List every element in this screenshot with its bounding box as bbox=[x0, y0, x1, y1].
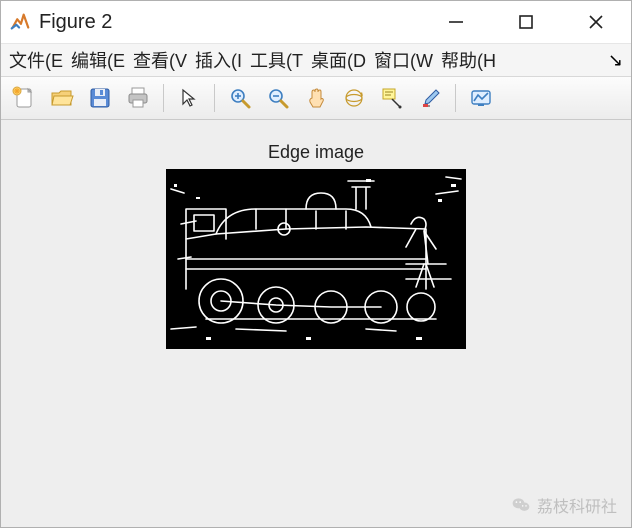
wechat-icon bbox=[511, 495, 531, 515]
save-button[interactable] bbox=[83, 81, 117, 115]
title-bar: Figure 2 bbox=[1, 1, 631, 44]
menu-help[interactable]: 帮助(H bbox=[437, 45, 500, 75]
pointer-button[interactable] bbox=[172, 81, 206, 115]
minimize-button[interactable] bbox=[421, 1, 491, 43]
axes-title: Edge image bbox=[268, 142, 364, 163]
menu-bar: 文件(E 编辑(E 查看(V 插入(I 工具(T 桌面(D 窗口(W 帮助(H … bbox=[1, 44, 631, 77]
menu-view[interactable]: 查看(V bbox=[129, 45, 191, 75]
toolbar bbox=[1, 77, 631, 120]
zoom-out-button[interactable] bbox=[261, 81, 295, 115]
data-cursor-button[interactable] bbox=[375, 81, 409, 115]
open-button[interactable] bbox=[45, 81, 79, 115]
watermark-text: 荔枝科研社 bbox=[537, 493, 617, 517]
window-title: Figure 2 bbox=[39, 11, 112, 34]
toolbar-separator bbox=[455, 84, 456, 112]
menu-overflow-icon[interactable]: ↘ bbox=[608, 50, 627, 71]
toolbar-separator bbox=[214, 84, 215, 112]
close-button[interactable] bbox=[561, 1, 631, 43]
matlab-icon bbox=[9, 11, 31, 33]
menu-window[interactable]: 窗口(W bbox=[370, 45, 437, 75]
menu-insert[interactable]: 插入(I bbox=[191, 45, 246, 75]
brush-button[interactable] bbox=[413, 81, 447, 115]
zoom-in-button[interactable] bbox=[223, 81, 257, 115]
menu-tools[interactable]: 工具(T bbox=[246, 45, 307, 75]
figure-window: Figure 2 文件(E 编辑(E 查看(V 插入(I 工具(T 桌面(D 窗… bbox=[0, 0, 632, 528]
print-button[interactable] bbox=[121, 81, 155, 115]
watermark: 荔枝科研社 bbox=[511, 493, 617, 517]
menu-desktop[interactable]: 桌面(D bbox=[307, 45, 370, 75]
new-figure-button[interactable] bbox=[7, 81, 41, 115]
menu-file[interactable]: 文件(E bbox=[5, 45, 67, 75]
maximize-button[interactable] bbox=[491, 1, 561, 43]
figure-axes-area: Edge image bbox=[1, 120, 631, 527]
menu-edit[interactable]: 编辑(E bbox=[67, 45, 129, 75]
toolbar-separator bbox=[163, 84, 164, 112]
edge-image bbox=[166, 169, 466, 349]
link-plot-button[interactable] bbox=[464, 81, 498, 115]
rotate-button[interactable] bbox=[337, 81, 371, 115]
pan-button[interactable] bbox=[299, 81, 333, 115]
